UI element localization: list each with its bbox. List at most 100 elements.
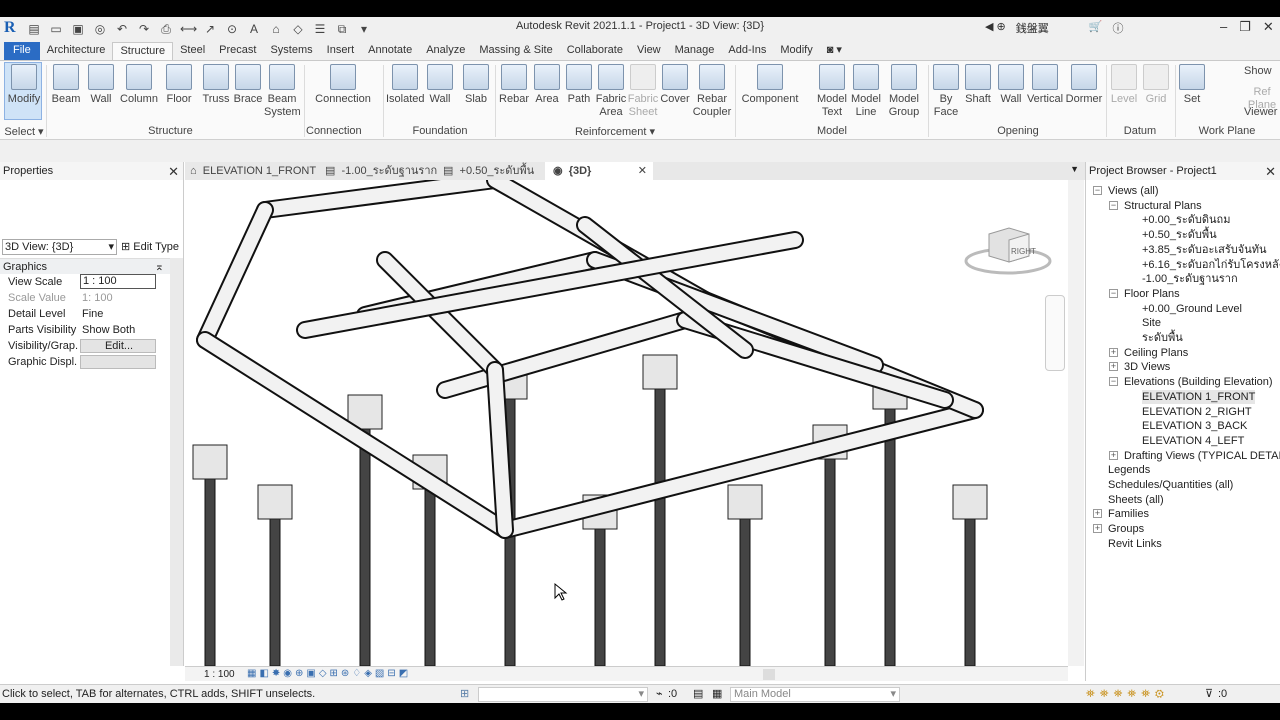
- tab-add-ins[interactable]: Add-Ins: [721, 42, 773, 60]
- close-icon[interactable]: ✕: [168, 164, 179, 180]
- options-icon[interactable]: ▦: [712, 685, 722, 704]
- user-name[interactable]: 銭盤翼: [1016, 20, 1049, 36]
- structure-column-button[interactable]: Column: [118, 63, 160, 106]
- tab-annotate[interactable]: Annotate: [361, 42, 419, 60]
- structural-model-3d[interactable]: [185, 180, 1068, 666]
- expand-icon[interactable]: +: [1109, 450, 1118, 460]
- browser-node[interactable]: Site: [1142, 316, 1161, 330]
- tab-precast[interactable]: Precast: [212, 42, 263, 60]
- browser-node[interactable]: +6.16_ระดับอกไก่รับโครงหลังคา: [1142, 258, 1280, 272]
- select-panel-label[interactable]: Select ▾: [4, 125, 44, 138]
- editing-requests-icon[interactable]: ⌁: [656, 685, 663, 704]
- browser-node[interactable]: Sheets (all): [1108, 493, 1164, 507]
- browser-node[interactable]: ELEVATION 2_RIGHT: [1142, 405, 1252, 419]
- properties-scrollbar[interactable]: [170, 258, 183, 666]
- tab-3d[interactable]: ◉ {3D} ✕: [545, 162, 653, 180]
- reinforcement-cover-button[interactable]: Cover: [660, 63, 690, 106]
- viewer-button[interactable]: Viewer: [1244, 106, 1277, 119]
- workplane-set-button[interactable]: Set: [1178, 63, 1206, 106]
- restore-icon[interactable]: ❐: [1239, 19, 1251, 35]
- model-model-line-button[interactable]: Model Line: [848, 63, 884, 119]
- tab-systems[interactable]: Systems: [263, 42, 319, 60]
- collapse-icon[interactable]: −: [1109, 288, 1118, 298]
- browser-node[interactable]: ELEVATION 1_FRONT: [1142, 389, 1256, 404]
- structure-brace-button[interactable]: Brace: [232, 63, 264, 106]
- tab-collaborate[interactable]: Collaborate: [560, 42, 630, 60]
- opening-wall-button[interactable]: Wall: [996, 63, 1026, 106]
- selection-toggle-icons[interactable]: ⛯⛯⛯⛯⛯⚙: [1086, 685, 1169, 704]
- browser-node[interactable]: Revit Links: [1108, 537, 1162, 551]
- tab-analyze[interactable]: Analyze: [419, 42, 472, 60]
- design-options-icon[interactable]: ▤: [693, 685, 703, 704]
- expand-icon[interactable]: +: [1093, 509, 1102, 519]
- structure-floor-button[interactable]: Floor: [162, 63, 196, 106]
- browser-node[interactable]: +3.85_ระดับอะเสรับจันทัน: [1142, 243, 1267, 257]
- browser-node[interactable]: Floor Plans: [1124, 287, 1180, 301]
- close-icon[interactable]: ✕: [1263, 19, 1274, 35]
- browser-node[interactable]: +0.00_Ground Level: [1142, 302, 1242, 316]
- structure-beam-system-button[interactable]: Beam System: [264, 63, 301, 119]
- horizontal-scroll-thumb[interactable]: [763, 669, 775, 680]
- browser-node[interactable]: Drafting Views (TYPICAL DETAIL): [1124, 449, 1280, 463]
- foundation-wall-button[interactable]: Wall: [425, 63, 455, 106]
- minimize-icon[interactable]: –: [1220, 19, 1227, 35]
- cart-icon[interactable]: 🛒: [1089, 20, 1103, 36]
- opening-by-face-button[interactable]: By Face: [930, 63, 962, 119]
- datum-level-button[interactable]: Level: [1108, 63, 1140, 106]
- foundation-isolated-button[interactable]: Isolated: [386, 63, 425, 106]
- type-selector[interactable]: 3D View: {3D} ▾: [2, 239, 117, 255]
- model-model-group-button[interactable]: Model Group: [884, 63, 924, 119]
- reinforcement-area-button[interactable]: Area: [532, 63, 562, 106]
- datum-grid-button[interactable]: Grid: [1140, 63, 1172, 106]
- tab-level-minus-1[interactable]: ▤ -1.00_ระดับฐานราก: [325, 162, 437, 180]
- property-value[interactable]: 1 : 100: [80, 274, 156, 289]
- structure-beam-button[interactable]: Beam: [48, 63, 84, 106]
- tab-architecture[interactable]: Architecture: [40, 42, 113, 60]
- model-model-text-button[interactable]: Model Text: [814, 63, 850, 119]
- property-value[interactable]: Edit...: [80, 339, 156, 353]
- browser-node[interactable]: Elevations (Building Elevation): [1124, 375, 1273, 389]
- structure-truss-button[interactable]: Truss: [200, 63, 232, 106]
- tab-structure[interactable]: Structure: [112, 42, 174, 60]
- 3d-viewport[interactable]: RIGHT: [185, 180, 1068, 666]
- tab-file[interactable]: File: [4, 42, 40, 60]
- close-icon[interactable]: ✕: [1265, 164, 1276, 180]
- tab-massing-site[interactable]: Massing & Site: [472, 42, 559, 60]
- navigation-bar[interactable]: [1045, 295, 1065, 371]
- tab-view[interactable]: View: [630, 42, 668, 60]
- view-control-icons[interactable]: ▦◧✸◉⊕▣◇⊞⊛♢◈▧⊟◩: [247, 668, 411, 679]
- modify-tool[interactable]: Modify: [6, 63, 42, 106]
- tab-elevation-front[interactable]: ⌂ ELEVATION 1_FRONT: [190, 162, 316, 180]
- opening-dormer-button[interactable]: Dormer: [1064, 63, 1104, 106]
- tab-steel[interactable]: Steel: [173, 42, 212, 60]
- opening-vertical-button[interactable]: Vertical: [1026, 63, 1064, 106]
- tab-insert[interactable]: Insert: [320, 42, 362, 60]
- expand-icon[interactable]: +: [1093, 524, 1102, 534]
- expand-icon[interactable]: +: [1109, 362, 1118, 372]
- filter-icon[interactable]: ⊽: [1205, 685, 1213, 704]
- browser-node[interactable]: +0.00_ระดับดินถม: [1142, 213, 1230, 227]
- design-option-dropdown[interactable]: Main Model ▾: [730, 687, 900, 702]
- browser-node[interactable]: Families: [1108, 507, 1149, 521]
- edit-type-button[interactable]: ⊞ Edit Type: [121, 240, 179, 253]
- close-tab-icon[interactable]: ✕: [638, 162, 647, 180]
- browser-node[interactable]: Views (all): [1108, 184, 1159, 198]
- browser-node[interactable]: ELEVATION 3_BACK: [1142, 419, 1247, 433]
- reinforcement-path-button[interactable]: Path: [565, 63, 593, 106]
- opening-shaft-button[interactable]: Shaft: [962, 63, 994, 106]
- collapse-icon[interactable]: −: [1109, 377, 1118, 387]
- worksets-icon[interactable]: ⊞: [460, 685, 469, 704]
- viewport-scrollbar[interactable]: [1068, 180, 1084, 666]
- property-value[interactable]: [80, 355, 156, 369]
- connection-connection-button[interactable]: Connection: [314, 63, 372, 106]
- collapse-icon[interactable]: −: [1093, 186, 1102, 195]
- tab-menu-icon[interactable]: ▼: [1070, 164, 1079, 174]
- browser-node[interactable]: 3D Views: [1124, 360, 1170, 374]
- expand-icon[interactable]: +: [1109, 347, 1118, 357]
- foundation-slab-button[interactable]: Slab: [460, 63, 492, 106]
- reinforcement-rebar-coupler-button[interactable]: Rebar Coupler: [692, 63, 732, 119]
- contextual-tab-icon[interactable]: ◙ ▾: [820, 42, 849, 60]
- view-scale[interactable]: 1 : 100: [204, 669, 235, 680]
- browser-node[interactable]: Structural Plans: [1124, 199, 1202, 213]
- browser-node[interactable]: Ceiling Plans: [1124, 346, 1188, 360]
